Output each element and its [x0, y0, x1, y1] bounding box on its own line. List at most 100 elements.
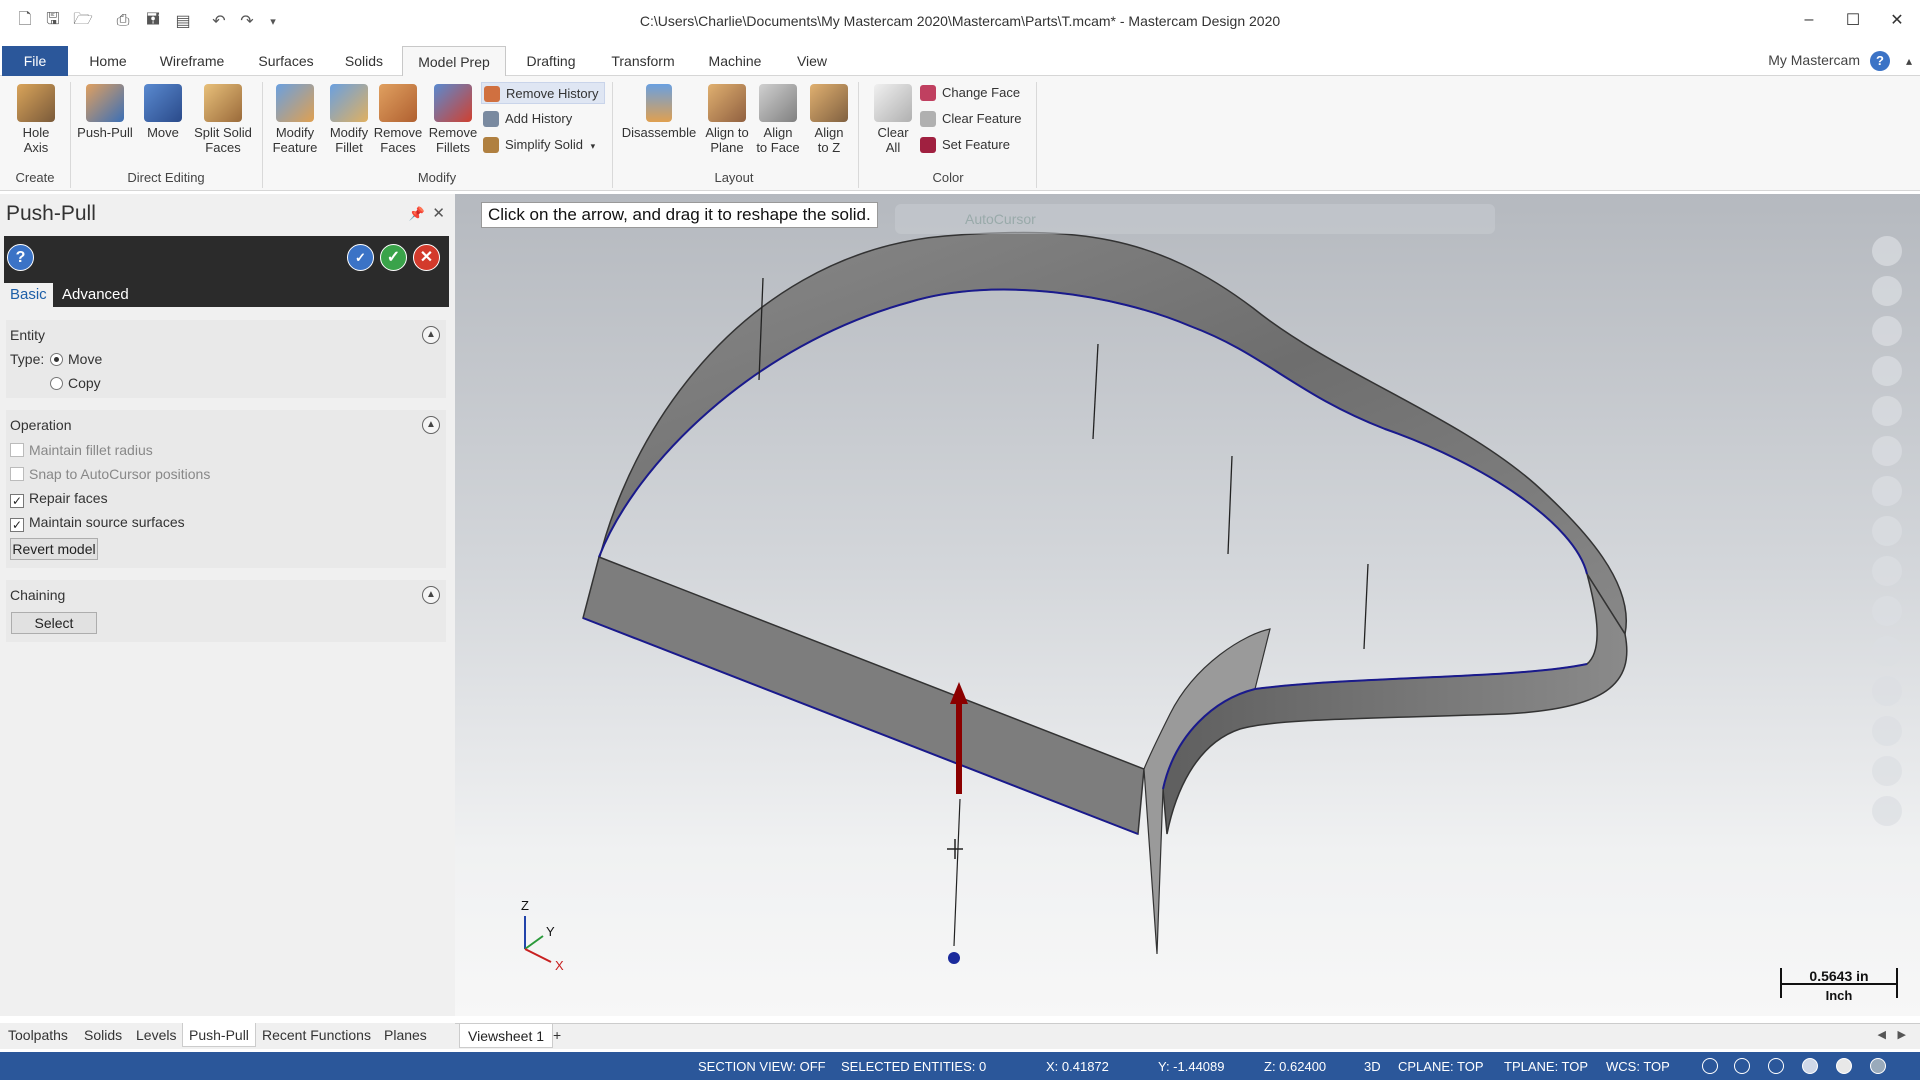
copy-icon[interactable] — [1872, 516, 1902, 546]
sphere-icon[interactable] — [1836, 1058, 1852, 1074]
panel-title: Push-Pull — [6, 202, 96, 225]
modify-feature-button[interactable]: Modify Feature — [266, 84, 324, 155]
globe-icon[interactable] — [1702, 1058, 1718, 1074]
globe-icon[interactable] — [1734, 1058, 1750, 1074]
clear-feature-button[interactable]: Clear Feature — [918, 108, 1030, 130]
scroll-left-icon[interactable]: ◀ — [1878, 1028, 1886, 1041]
help-icon[interactable]: ? — [7, 244, 34, 271]
dropdown-arrow-icon[interactable]: ▾ — [591, 141, 596, 151]
snap-autocursor-checkbox[interactable]: Snap to AutoCursor positions — [10, 466, 210, 482]
wireframe-globe-icon[interactable] — [1768, 1058, 1784, 1074]
pivot-point — [948, 952, 960, 964]
scroll-right-icon[interactable]: ▶ — [1898, 1028, 1906, 1041]
graphics-viewport[interactable]: Z Y X Click on the arrow, and drag it to… — [455, 194, 1920, 1016]
remove-fillets-button[interactable]: Remove Fillets — [426, 84, 480, 155]
pin-icon[interactable]: 📌 — [409, 206, 425, 222]
ok-create-new-icon[interactable]: ✓ — [347, 244, 374, 271]
tab-model-prep[interactable]: Model Prep — [402, 46, 506, 77]
add-history-button[interactable]: Add History — [481, 108, 605, 130]
collapse-ribbon-icon[interactable]: ▴ — [1906, 54, 1912, 68]
levels-icon[interactable] — [1872, 676, 1902, 706]
revert-model-button[interactable]: Revert model — [10, 538, 98, 560]
shade-icon[interactable] — [1872, 596, 1902, 626]
minimize-button[interactable]: – — [1794, 8, 1824, 32]
split-solid-faces-button[interactable]: Split Solid Faces — [188, 84, 258, 155]
add-history-icon — [483, 111, 499, 127]
select-button[interactable]: Select — [11, 612, 97, 634]
collapse-chaining-icon[interactable]: ▲ — [422, 586, 440, 604]
disassemble-button[interactable]: Disassemble — [618, 84, 700, 140]
close-button[interactable]: ✕ — [1882, 8, 1912, 32]
tab-recent-functions[interactable]: Recent Functions — [262, 1027, 371, 1043]
move-radio[interactable]: Move — [50, 351, 102, 367]
view-icon[interactable] — [1872, 396, 1902, 426]
translucency-icon[interactable] — [1870, 1058, 1886, 1074]
copy-radio[interactable]: Copy — [50, 375, 101, 391]
panel-close-icon[interactable]: ✕ — [432, 204, 445, 222]
viewsheet-tab[interactable]: Viewsheet 1 — [459, 1024, 554, 1048]
tab-transform[interactable]: Transform — [604, 46, 682, 76]
blank-icon[interactable] — [1872, 796, 1902, 826]
cplane-status[interactable]: CPLANE: TOP — [1398, 1059, 1484, 1074]
solid-model[interactable]: Z Y X — [455, 194, 1920, 1016]
tab-view[interactable]: View — [784, 46, 840, 76]
section-view-status[interactable]: SECTION VIEW: OFF — [698, 1059, 826, 1074]
remove-history-button[interactable]: Remove History — [481, 82, 605, 104]
tab-basic[interactable]: Basic — [4, 283, 53, 307]
tab-advanced[interactable]: Advanced — [56, 283, 135, 307]
tab-wireframe[interactable]: Wireframe — [150, 46, 234, 76]
tab-levels[interactable]: Levels — [136, 1027, 176, 1043]
collapse-entity-icon[interactable]: ▲ — [422, 326, 440, 344]
settings-icon[interactable] — [1872, 716, 1902, 746]
tab-home[interactable]: Home — [80, 46, 136, 76]
rotate-icon[interactable] — [1872, 356, 1902, 386]
modify-fillet-button[interactable]: Modify Fillet — [324, 84, 374, 155]
grid-icon[interactable] — [1872, 636, 1902, 666]
shaded-sphere-icon[interactable] — [1802, 1058, 1818, 1074]
tab-surfaces[interactable]: Surfaces — [250, 46, 322, 76]
measure-icon[interactable] — [1872, 436, 1902, 466]
add-viewsheet-button[interactable]: + — [553, 1027, 561, 1043]
radio-selected-icon — [50, 353, 63, 366]
collapse-operation-icon[interactable]: ▲ — [422, 416, 440, 434]
hide-icon[interactable] — [1872, 756, 1902, 786]
tab-machine[interactable]: Machine — [700, 46, 770, 76]
align-to-z-button[interactable]: Align to Z — [806, 84, 852, 155]
align-to-face-button[interactable]: Align to Face — [752, 84, 804, 155]
simplify-solid-button[interactable]: Simplify Solid ▾ — [481, 134, 605, 156]
set-feature-button[interactable]: Set Feature — [918, 134, 1030, 156]
hole-axis-button[interactable]: Hole Axis — [12, 84, 60, 155]
help-icon[interactable]: ? — [1870, 51, 1890, 71]
mode-3d[interactable]: 3D — [1364, 1059, 1381, 1074]
analyze-icon[interactable] — [1872, 476, 1902, 506]
tplane-status[interactable]: TPLANE: TOP — [1504, 1059, 1588, 1074]
type-label: Type: — [10, 351, 45, 367]
autocursor-toolbar[interactable]: AutoCursor — [895, 204, 1495, 234]
align-to-plane-button[interactable]: Align to Plane — [700, 84, 754, 155]
tab-drafting[interactable]: Drafting — [516, 46, 586, 76]
tab-solids[interactable]: Solids — [336, 46, 392, 76]
maximize-button[interactable]: ☐ — [1838, 8, 1868, 32]
clear-all-button[interactable]: Clear All — [868, 84, 918, 155]
remove-faces-button[interactable]: Remove Faces — [372, 84, 424, 155]
ok-icon[interactable]: ✓ — [380, 244, 407, 271]
change-face-button[interactable]: Change Face — [918, 82, 1030, 104]
wcs-status[interactable]: WCS: TOP — [1606, 1059, 1670, 1074]
zoom-window-icon[interactable] — [1872, 276, 1902, 306]
color-icon[interactable] — [1872, 556, 1902, 586]
tab-solids[interactable]: Solids — [84, 1027, 122, 1043]
move-button[interactable]: Move — [140, 84, 186, 140]
push-pull-button[interactable]: Push-Pull — [74, 84, 136, 140]
tab-file[interactable]: File — [2, 46, 68, 76]
zoom-in-icon[interactable] — [1872, 236, 1902, 266]
cancel-icon[interactable]: ✕ — [413, 244, 440, 271]
maintain-fillet-radius-checkbox[interactable]: Maintain fillet radius — [10, 442, 153, 458]
tab-planes[interactable]: Planes — [384, 1027, 427, 1043]
repair-faces-checkbox[interactable]: ✓ Repair faces — [10, 490, 108, 508]
tab-push-pull[interactable]: Push-Pull — [182, 1023, 256, 1047]
maintain-source-surfaces-checkbox[interactable]: ✓ Maintain source surfaces — [10, 514, 185, 532]
fit-icon[interactable] — [1872, 316, 1902, 346]
tab-toolpaths[interactable]: Toolpaths — [8, 1027, 68, 1043]
my-mastercam-link[interactable]: My Mastercam — [1768, 52, 1860, 68]
group-separator — [1036, 82, 1037, 188]
